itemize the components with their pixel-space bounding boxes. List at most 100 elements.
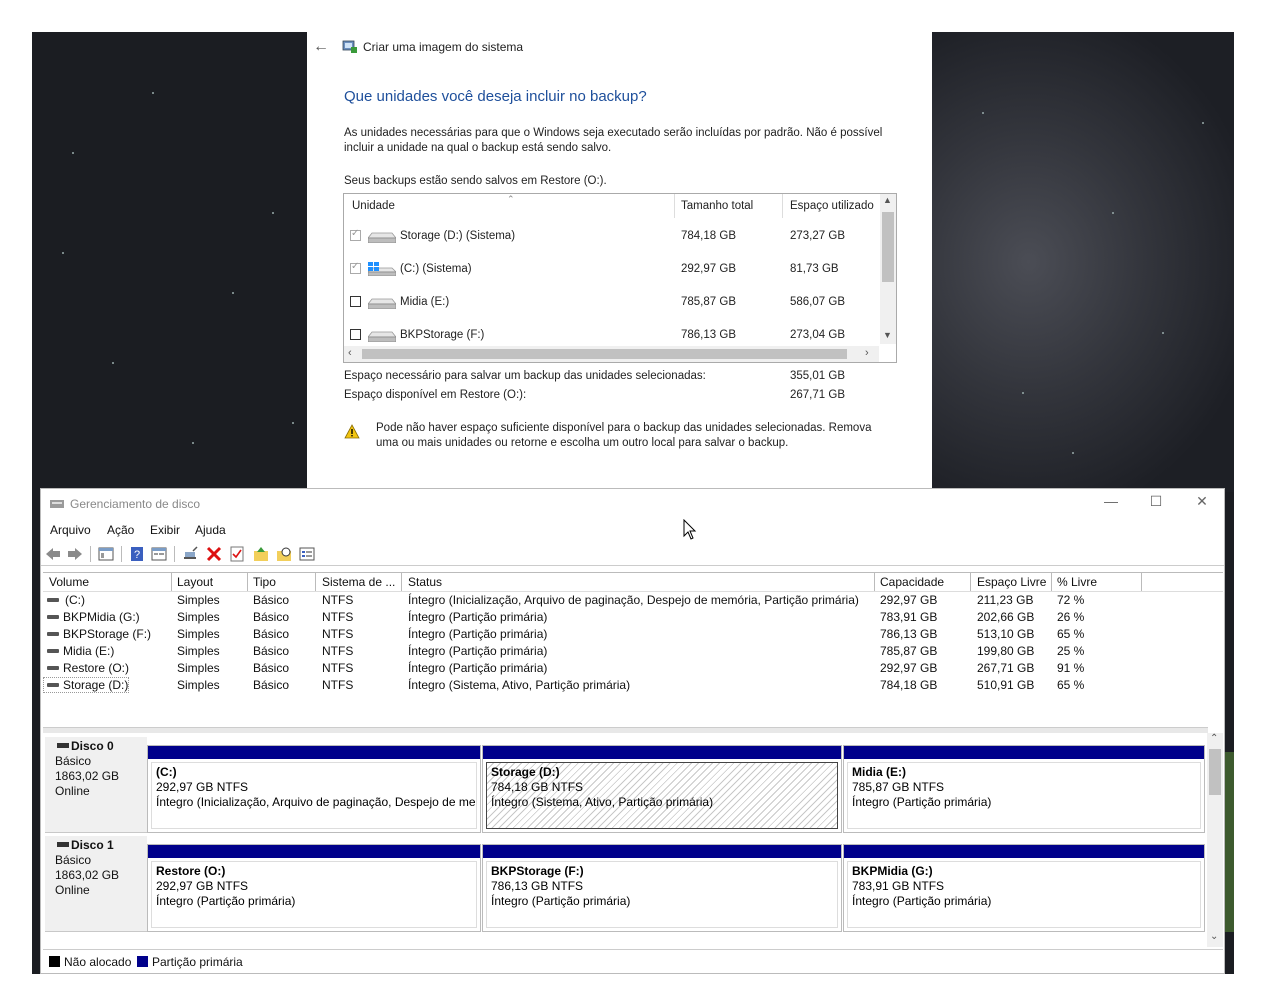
drive-list-vscrollbar[interactable]: ▲ ▼ [880, 194, 896, 344]
drive-total: 784,18 GB [681, 230, 736, 242]
folder-up-icon[interactable] [253, 546, 269, 562]
forward-arrow-icon[interactable] [67, 546, 83, 562]
column-tipo[interactable]: Tipo [253, 575, 276, 589]
include-checkbox[interactable] [350, 228, 361, 241]
scroll-thumb[interactable] [362, 349, 847, 359]
column-volume[interactable]: Volume [49, 575, 89, 589]
primary-partition-bar [148, 845, 480, 858]
scroll-right-arrow-icon[interactable]: › [865, 347, 869, 359]
include-checkbox[interactable] [350, 329, 361, 340]
scroll-left-arrow-icon[interactable]: ‹ [348, 347, 352, 359]
volume-row[interactable]: BKPMidia (G:) Simples Básico NTFS Íntegr… [43, 609, 1223, 626]
column-unidade[interactable]: Unidade [352, 200, 395, 212]
partition-title: Midia (E:) [852, 765, 906, 779]
back-arrow-icon[interactable] [45, 546, 61, 562]
include-checkbox[interactable] [350, 261, 361, 274]
partition-bkpmidia-g[interactable]: BKPMidia (G:) 783,91 GB NTFS Íntegro (Pa… [843, 844, 1205, 932]
drive-list: ⌃ Unidade Tamanho total Espaço utilizado… [343, 193, 897, 363]
drive-icon [368, 331, 396, 342]
volume-row[interactable]: BKPStorage (F:) Simples Básico NTFS Ínte… [43, 626, 1223, 643]
volume-status: Íntegro (Inicialização, Arquivo de pagin… [408, 593, 859, 607]
checklist-icon[interactable] [229, 546, 245, 562]
partition-restore-o[interactable]: Restore (O:) 292,97 GB NTFS Íntegro (Par… [147, 844, 481, 932]
column-filesystem[interactable]: Sistema de ... [322, 575, 395, 589]
scroll-down-arrow-icon[interactable]: ▼ [883, 330, 892, 340]
volume-type: Básico [253, 593, 290, 607]
drive-row[interactable]: Midia (E:) 785,87 GB 586,07 GB [344, 285, 879, 318]
volume-row[interactable]: Storage (D:) Simples Básico NTFS Íntegro… [43, 677, 1223, 694]
list-view-icon[interactable] [299, 546, 315, 562]
disk-icon [57, 743, 69, 748]
column-percent-livre[interactable]: % Livre [1057, 575, 1097, 589]
drive-row[interactable]: BKPStorage (F:) 786,13 GB 273,04 GB [344, 318, 879, 344]
disk-view-scrollbar[interactable]: ⌃ ⌄ [1207, 733, 1223, 947]
partition-title: BKPStorage (F:) [491, 864, 584, 878]
scroll-thumb[interactable] [882, 212, 894, 282]
include-checkbox[interactable] [350, 296, 361, 307]
partition-c[interactable]: (C:) 292,97 GB NTFS Íntegro (Inicializaç… [147, 745, 481, 833]
volume-status: Íntegro (Sistema, Ativo, Partição primár… [408, 678, 631, 692]
properties-icon[interactable] [151, 546, 167, 562]
menu-ajuda[interactable]: Ajuda [195, 523, 226, 537]
menu-acao[interactable]: Ação [107, 523, 134, 537]
disk-type: Básico [55, 754, 92, 768]
drive-row[interactable]: Storage (D:) (Sistema) 784,18 GB 273,27 … [344, 219, 879, 252]
available-space-label: Espaço disponível em Restore (O:): [344, 389, 527, 401]
column-layout[interactable]: Layout [177, 575, 213, 589]
volume-row[interactable]: Midia (E:) Simples Básico NTFS Íntegro (… [43, 643, 1223, 660]
graphical-disk-view: Disco 0 Básico 1863,02 GB Online (C:) 29… [43, 733, 1223, 947]
scroll-up-arrow-icon[interactable]: ⌃ [1210, 733, 1218, 744]
partition-midia-e[interactable]: Midia (E:) 785,87 GB NTFS Íntegro (Parti… [843, 745, 1205, 833]
disk-name: Disco 1 [71, 838, 114, 852]
back-arrow-icon[interactable]: ← [313, 38, 329, 56]
column-used-space[interactable]: Espaço utilizado [790, 200, 874, 212]
volume-row[interactable]: (C:) Simples Básico NTFS Íntegro (Inicia… [43, 592, 1223, 609]
maximize-icon[interactable]: ☐ [1141, 493, 1171, 510]
drive-row[interactable]: (C:) (Sistema) 292,97 GB 81,73 GB [344, 252, 879, 285]
drive-icon [368, 232, 396, 243]
volume-icon [47, 683, 59, 687]
disk-type: Básico [55, 853, 92, 867]
search-folder-icon[interactable] [276, 546, 292, 562]
console-tree-icon[interactable] [98, 546, 114, 562]
primary-partition-bar [844, 746, 1204, 759]
partition-storage-d[interactable]: Storage (D:) 784,18 GB NTFS Íntegro (Sis… [482, 745, 842, 833]
partition-title: Storage (D:) [491, 765, 560, 779]
warning-icon [344, 424, 360, 439]
close-icon[interactable]: ✕ [1187, 493, 1217, 510]
minimize-icon[interactable]: — [1096, 493, 1126, 509]
column-status[interactable]: Status [408, 575, 442, 589]
mouse-cursor-icon [683, 519, 697, 540]
menu-arquivo[interactable]: Arquivo [50, 523, 91, 537]
volume-type: Básico [253, 678, 290, 692]
delete-icon[interactable] [206, 546, 222, 562]
scroll-thumb[interactable] [1209, 749, 1221, 795]
partition-status: Íntegro (Sistema, Ativo, Partição primár… [491, 795, 714, 809]
volume-row[interactable]: Restore (O:) Simples Básico NTFS Íntegro… [43, 660, 1223, 677]
drive-list-hscrollbar[interactable]: ‹ › [344, 346, 879, 362]
primary-partition-bar [148, 746, 480, 759]
partition-title: (C:) [156, 765, 177, 779]
column-espaco-livre[interactable]: Espaço Livre [977, 575, 1046, 589]
column-total-size[interactable]: Tamanho total [681, 200, 753, 212]
volume-status: Íntegro (Partição primária) [408, 661, 548, 675]
scroll-down-arrow-icon[interactable]: ⌄ [1210, 931, 1218, 942]
partition-status: Íntegro (Partição primária) [852, 894, 992, 908]
volume-free: 267,71 GB [977, 661, 1035, 675]
volume-capacity: 784,18 GB [880, 678, 938, 692]
volume-filesystem: NTFS [322, 661, 354, 675]
disk-label[interactable]: Disco 1 Básico 1863,02 GB Online [45, 836, 147, 932]
volume-type: Básico [253, 661, 290, 675]
column-capacidade[interactable]: Capacidade [880, 575, 944, 589]
connect-icon[interactable] [183, 546, 199, 562]
disk-label[interactable]: Disco 0 Básico 1863,02 GB Online [45, 737, 147, 833]
partition-bkpstorage-f[interactable]: BKPStorage (F:) 786,13 GB NTFS Íntegro (… [482, 844, 842, 932]
volume-free: 513,10 GB [977, 627, 1035, 641]
wizard-header: ← Criar uma imagem do sistema [307, 32, 932, 62]
help-icon[interactable]: ? [129, 546, 145, 562]
volume-icon [47, 649, 59, 653]
drive-name: (C:) (Sistema) [400, 263, 472, 275]
drive-name: BKPStorage (F:) [400, 329, 485, 341]
menu-exibir[interactable]: Exibir [150, 523, 180, 537]
scroll-up-arrow-icon[interactable]: ▲ [883, 195, 892, 205]
